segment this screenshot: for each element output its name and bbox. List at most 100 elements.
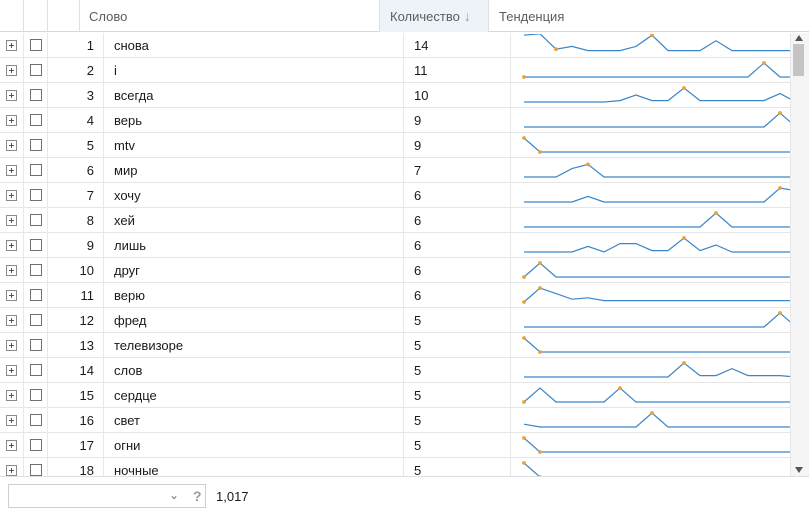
expand-cell[interactable]	[0, 408, 24, 432]
select-cell[interactable]	[24, 58, 48, 82]
vertical-scrollbar[interactable]	[790, 33, 809, 476]
chevron-down-icon[interactable]: ⌄	[169, 488, 179, 502]
row-checkbox[interactable]	[29, 239, 42, 251]
expand-plus-icon[interactable]	[6, 164, 17, 176]
expand-cell[interactable]	[0, 33, 24, 57]
scroll-down-icon[interactable]	[795, 467, 803, 473]
expand-cell[interactable]	[0, 283, 24, 307]
row-checkbox[interactable]	[29, 339, 42, 351]
table-row[interactable]: 9 лишь 6	[0, 233, 790, 258]
expand-plus-icon[interactable]	[6, 439, 17, 451]
expand-plus-icon[interactable]	[6, 414, 17, 426]
row-checkbox[interactable]	[29, 89, 42, 101]
row-checkbox[interactable]	[29, 39, 42, 51]
row-checkbox[interactable]	[29, 214, 42, 226]
table-row[interactable]: 7 хочу 6	[0, 183, 790, 208]
table-row[interactable]: 8 хей 6	[0, 208, 790, 233]
expand-plus-icon[interactable]	[6, 39, 17, 51]
row-checkbox[interactable]	[29, 464, 42, 476]
table-row[interactable]: 4 верь 9	[0, 108, 790, 133]
row-checkbox[interactable]	[29, 314, 42, 326]
table-row[interactable]: 16 свет 5	[0, 408, 790, 433]
select-cell[interactable]	[24, 33, 48, 57]
expand-plus-icon[interactable]	[6, 89, 17, 101]
expand-plus-icon[interactable]	[6, 314, 17, 326]
table-row[interactable]: 5 mtv 9	[0, 133, 790, 158]
expand-cell[interactable]	[0, 308, 24, 332]
row-checkbox[interactable]	[29, 414, 42, 426]
filter-dropdown[interactable]: ⌄ ?	[8, 484, 206, 508]
expand-cell[interactable]	[0, 358, 24, 382]
expand-plus-icon[interactable]	[6, 114, 17, 126]
table-row[interactable]: 6 мир 7	[0, 158, 790, 183]
expand-plus-icon[interactable]	[6, 189, 17, 201]
expand-plus-icon[interactable]	[6, 239, 17, 251]
table-row[interactable]: 2 i 11	[0, 58, 790, 83]
select-cell[interactable]	[24, 333, 48, 357]
select-cell[interactable]	[24, 308, 48, 332]
scroll-thumb[interactable]	[793, 44, 804, 76]
header-select-column[interactable]	[24, 0, 48, 32]
table-row[interactable]: 11 верю 6	[0, 283, 790, 308]
select-cell[interactable]	[24, 158, 48, 182]
table-row[interactable]: 1 снова 14	[0, 33, 790, 58]
expand-cell[interactable]	[0, 233, 24, 257]
expand-cell[interactable]	[0, 108, 24, 132]
table-row[interactable]: 17 огни 5	[0, 433, 790, 458]
row-checkbox[interactable]	[29, 189, 42, 201]
header-count-column[interactable]: Количество ↓	[380, 0, 489, 32]
expand-cell[interactable]	[0, 258, 24, 282]
expand-plus-icon[interactable]	[6, 214, 17, 226]
expand-cell[interactable]	[0, 458, 24, 476]
expand-cell[interactable]	[0, 383, 24, 407]
expand-cell[interactable]	[0, 158, 24, 182]
select-cell[interactable]	[24, 383, 48, 407]
row-checkbox[interactable]	[29, 439, 42, 451]
expand-plus-icon[interactable]	[6, 264, 17, 276]
expand-plus-icon[interactable]	[6, 364, 17, 376]
table-row[interactable]: 14 слов 5	[0, 358, 790, 383]
expand-cell[interactable]	[0, 133, 24, 157]
row-checkbox[interactable]	[29, 389, 42, 401]
row-checkbox[interactable]	[29, 64, 42, 76]
table-row[interactable]: 12 фред 5	[0, 308, 790, 333]
row-checkbox[interactable]	[29, 114, 42, 126]
select-cell[interactable]	[24, 83, 48, 107]
row-checkbox[interactable]	[29, 164, 42, 176]
help-icon[interactable]: ?	[193, 488, 202, 504]
row-checkbox[interactable]	[29, 364, 42, 376]
expand-cell[interactable]	[0, 333, 24, 357]
expand-cell[interactable]	[0, 183, 24, 207]
header-word-column[interactable]: Слово	[80, 0, 380, 32]
select-cell[interactable]	[24, 108, 48, 132]
select-cell[interactable]	[24, 433, 48, 457]
select-cell[interactable]	[24, 208, 48, 232]
select-cell[interactable]	[24, 283, 48, 307]
table-row[interactable]: 10 друг 6	[0, 258, 790, 283]
select-cell[interactable]	[24, 408, 48, 432]
select-cell[interactable]	[24, 258, 48, 282]
row-checkbox[interactable]	[29, 264, 42, 276]
table-row[interactable]: 13 телевизоре 5	[0, 333, 790, 358]
select-cell[interactable]	[24, 133, 48, 157]
table-row[interactable]: 18 ночные 5	[0, 458, 790, 476]
expand-cell[interactable]	[0, 433, 24, 457]
expand-plus-icon[interactable]	[6, 464, 17, 476]
expand-plus-icon[interactable]	[6, 139, 17, 151]
expand-plus-icon[interactable]	[6, 64, 17, 76]
expand-plus-icon[interactable]	[6, 339, 17, 351]
expand-cell[interactable]	[0, 83, 24, 107]
expand-cell[interactable]	[0, 58, 24, 82]
table-row[interactable]: 3 всегда 10	[0, 83, 790, 108]
expand-cell[interactable]	[0, 208, 24, 232]
select-cell[interactable]	[24, 183, 48, 207]
scroll-up-icon[interactable]	[795, 35, 803, 41]
row-checkbox[interactable]	[29, 289, 42, 301]
select-cell[interactable]	[24, 358, 48, 382]
table-row[interactable]: 15 сердце 5	[0, 383, 790, 408]
expand-plus-icon[interactable]	[6, 389, 17, 401]
select-cell[interactable]	[24, 458, 48, 476]
select-cell[interactable]	[24, 233, 48, 257]
row-checkbox[interactable]	[29, 139, 42, 151]
header-trend-column[interactable]: Тенденция	[489, 0, 809, 32]
